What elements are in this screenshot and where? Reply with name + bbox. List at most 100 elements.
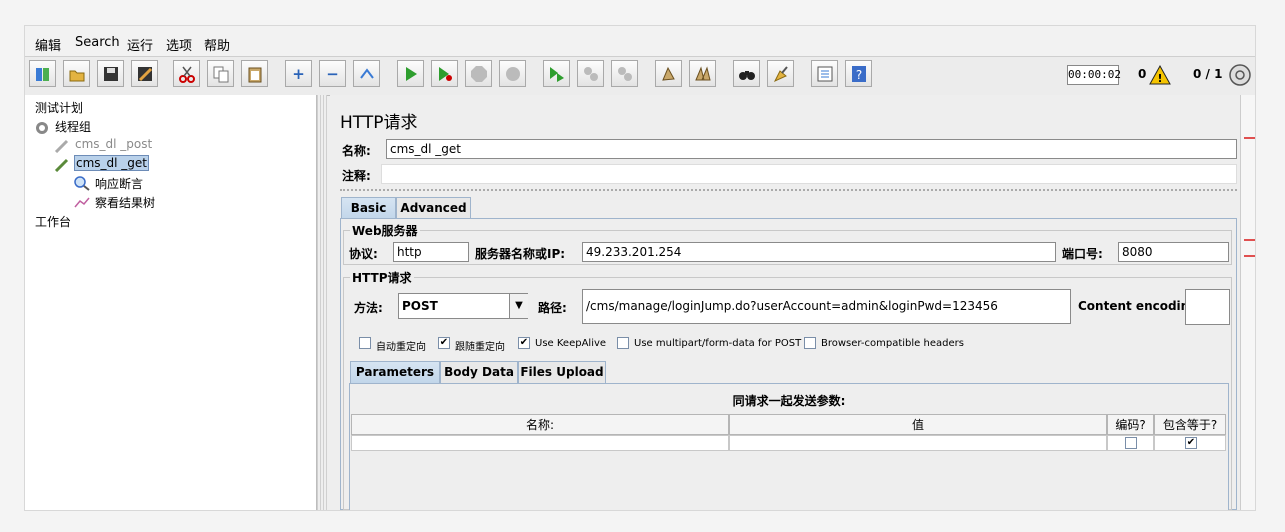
port-field[interactable]: 8080 [1118, 242, 1229, 262]
split-divider[interactable] [317, 95, 327, 510]
accent-marker [1244, 239, 1255, 241]
keepalive-label: Use KeepAlive [535, 338, 607, 349]
server-label: 服务器名称或IP: [475, 247, 566, 261]
tab-body-data[interactable]: Body Data [440, 361, 518, 383]
accent-marker [1244, 137, 1255, 139]
tab-basic[interactable]: Basic [341, 197, 396, 219]
page-title: HTTP请求 [340, 113, 418, 133]
tree-node-result-tree[interactable]: 察看结果树 [95, 194, 155, 211]
param-encode-cell[interactable] [1107, 435, 1154, 451]
chevron-down-icon[interactable]: ▼ [509, 294, 528, 318]
right-edge-panel [1240, 95, 1255, 510]
params-empty-area [351, 451, 1226, 510]
chart-icon [74, 197, 90, 208]
remote-shutdown-icon[interactable] [611, 60, 638, 87]
path-label: 路径: [538, 301, 567, 315]
http-request-group: HTTP请求 方法: POST ▼ 路径: /cms/manage/loginJ… [343, 269, 1232, 510]
function-helper-icon[interactable] [811, 60, 838, 87]
http-request-title: HTTP请求 [350, 269, 414, 286]
tab-advanced[interactable]: Advanced [396, 197, 471, 219]
col-value[interactable]: 值 [729, 414, 1107, 435]
tab-parameters[interactable]: Parameters [350, 361, 440, 383]
collapse-icon[interactable]: − [319, 60, 346, 87]
follow-redirect-checkbox[interactable]: ✔ [438, 337, 450, 349]
tree-node-test-plan[interactable]: 测试计划 [35, 99, 83, 116]
name-field[interactable]: cms_dl _get [386, 139, 1237, 159]
toggle-icon[interactable] [353, 60, 380, 87]
http-request-panel: HTTP请求 名称: cms_dl _get 注释: Basic Advance… [330, 95, 1240, 510]
menu-help[interactable]: 帮助 [204, 35, 230, 54]
parameters-body: 同请求一起发送参数: 名称: 值 编码? 包含等于? ✔ [349, 383, 1229, 510]
shutdown-icon[interactable] [499, 60, 526, 87]
expand-icon[interactable]: + [285, 60, 312, 87]
search-icon[interactable] [733, 60, 760, 87]
test-plan-tree: 测试计划 线程组 cms_dl _post cms_dl _get 响应断言 察… [25, 95, 317, 510]
browser-headers-label: Browser-compatible headers [821, 338, 964, 349]
protocol-field[interactable]: http [393, 242, 469, 262]
start-no-pause-icon[interactable] [431, 60, 458, 87]
tree-node-thread-group[interactable]: 线程组 [55, 118, 91, 135]
path-field[interactable]: /cms/manage/loginJump.do?userAccount=adm… [582, 289, 1071, 324]
start-icon[interactable] [397, 60, 424, 87]
warning-count: 0 [1138, 67, 1147, 81]
section-divider [340, 189, 1237, 191]
menu-edit[interactable]: 编辑 [35, 35, 61, 54]
tree-node-workbench[interactable]: 工作台 [35, 213, 71, 230]
col-encode[interactable]: 编码? [1107, 414, 1154, 435]
web-server-group: Web服务器 协议: http 服务器名称或IP: 49.233.201.254… [343, 222, 1232, 265]
menu-options[interactable]: 选项 [166, 35, 192, 54]
server-field[interactable]: 49.233.201.254 [582, 242, 1056, 262]
toolbar: + − ? 00:00:02 0 ! 0 / 1 [25, 56, 1255, 96]
magnifier-icon [74, 176, 90, 191]
keepalive-checkbox[interactable]: ✔ [518, 337, 530, 349]
method-label: 方法: [354, 301, 383, 315]
tab-files-upload[interactable]: Files Upload [518, 361, 606, 383]
warning-icon[interactable]: ! [1149, 65, 1171, 85]
remote-stop-icon[interactable] [577, 60, 604, 87]
save-as-icon[interactable] [131, 60, 158, 87]
col-name[interactable]: 名称: [351, 414, 729, 435]
encoding-field[interactable] [1185, 289, 1230, 325]
comment-label: 注释: [342, 169, 371, 183]
clear-all-icon[interactable] [689, 60, 716, 87]
auto-redirect-checkbox[interactable] [359, 337, 371, 349]
clear-icon[interactable] [655, 60, 682, 87]
menu-search[interactable]: Search [75, 35, 120, 50]
param-name-cell[interactable] [351, 435, 729, 451]
reset-search-icon[interactable] [767, 60, 794, 87]
menu-bar: 编辑 Search 运行 选项 帮助 [25, 26, 1255, 56]
auto-redirect-label: 自动重定向 [376, 342, 426, 353]
browser-headers-checkbox[interactable] [804, 337, 816, 349]
svg-text:?: ? [855, 68, 861, 82]
remote-start-icon[interactable] [543, 60, 570, 87]
multipart-label: Use multipart/form-data for POST [634, 338, 802, 349]
save-icon[interactable] [97, 60, 124, 87]
open-icon[interactable] [63, 60, 90, 87]
tree-node-get-sampler[interactable]: cms_dl _get [74, 155, 150, 171]
remote-engines-icon[interactable] [1228, 63, 1252, 87]
multipart-checkbox[interactable] [617, 337, 629, 349]
thread-count: 0 / 1 [1193, 67, 1223, 81]
copy-icon[interactable] [207, 60, 234, 87]
comment-field[interactable] [381, 164, 1237, 184]
encoding-label: Content encoding: [1078, 299, 1203, 313]
tree-node-assertion[interactable]: 响应断言 [95, 175, 143, 192]
params-caption: 同请求一起发送参数: [732, 394, 846, 408]
encode-checkbox[interactable] [1125, 437, 1137, 449]
param-include-equals-cell[interactable]: ✔ [1154, 435, 1226, 451]
include-equals-checkbox[interactable]: ✔ [1185, 437, 1197, 449]
protocol-label: 协议: [349, 247, 378, 261]
follow-redirect-label: 跟随重定向 [455, 342, 505, 353]
menu-run[interactable]: 运行 [127, 35, 153, 54]
help-icon[interactable]: ? [845, 60, 872, 87]
paste-icon[interactable] [241, 60, 268, 87]
templates-icon[interactable] [29, 60, 56, 87]
param-value-cell[interactable] [729, 435, 1107, 451]
stop-icon[interactable] [465, 60, 492, 87]
col-include-equals[interactable]: 包含等于? [1154, 414, 1226, 435]
web-server-title: Web服务器 [350, 222, 420, 239]
cut-icon[interactable] [173, 60, 200, 87]
tree-node-post-sampler[interactable]: cms_dl _post [75, 137, 152, 151]
svg-text:!: ! [1157, 72, 1162, 85]
elapsed-timer: 00:00:02 [1067, 65, 1121, 85]
